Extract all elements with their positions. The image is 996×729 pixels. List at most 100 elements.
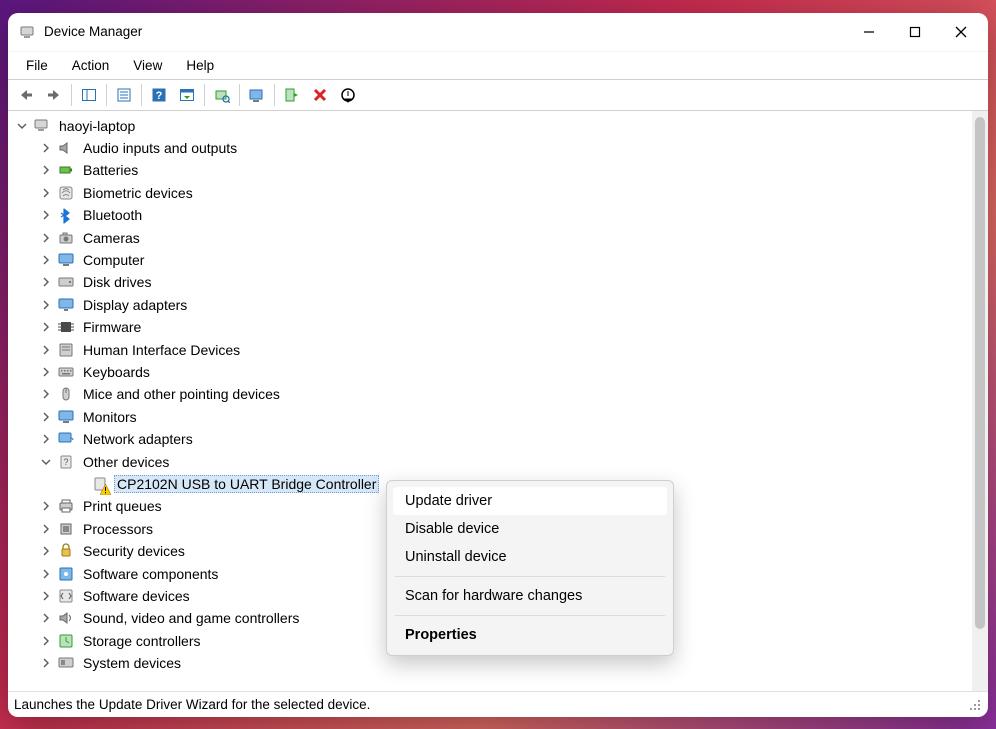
expand-caret[interactable] [38, 185, 54, 201]
bluetooth-icon [56, 205, 76, 225]
hid-icon [56, 340, 76, 360]
close-button[interactable] [938, 16, 984, 48]
show-hide-console-tree-button[interactable] [75, 82, 103, 108]
tree-item-label: Security devices [80, 543, 188, 559]
tree-item-label: Mice and other pointing devices [80, 386, 283, 402]
context-menu-item[interactable]: Update driver [393, 487, 667, 515]
other-icon: ? [56, 452, 76, 472]
client-area: haoyi-laptop Audio inputs and outputsBatt… [8, 111, 988, 691]
tree-category[interactable]: Monitors [12, 406, 972, 428]
expand-caret[interactable] [38, 297, 54, 313]
scan-hardware-button[interactable] [208, 82, 236, 108]
tree-category[interactable]: Display adapters [12, 294, 972, 316]
tree-category[interactable]: ? Other devices [12, 450, 972, 472]
tree-item-label: Bluetooth [80, 207, 145, 223]
camera-icon [56, 228, 76, 248]
monitor-icon [56, 250, 76, 270]
tree-category[interactable]: Bluetooth [12, 204, 972, 226]
device-icon [90, 474, 110, 494]
uninstall-device-button[interactable] [306, 82, 334, 108]
expand-caret[interactable] [38, 588, 54, 604]
tree-item-label: Other devices [80, 454, 172, 470]
context-menu-item[interactable]: Uninstall device [393, 543, 667, 571]
monitor-icon [56, 407, 76, 427]
swcomp-icon [56, 564, 76, 584]
forward-button[interactable] [40, 82, 68, 108]
printer-icon [56, 496, 76, 516]
expand-caret[interactable] [38, 319, 54, 335]
svg-text:?: ? [156, 90, 163, 102]
expand-caret[interactable] [38, 566, 54, 582]
scrollbar-thumb[interactable] [975, 117, 985, 629]
context-menu-item[interactable]: Disable device [393, 515, 667, 543]
action-panel-button[interactable] [173, 82, 201, 108]
enable-device-button[interactable] [278, 82, 306, 108]
fingerprint-icon [56, 183, 76, 203]
tree-item-label: Computer [80, 252, 147, 268]
chip-icon [56, 317, 76, 337]
expand-caret[interactable] [38, 207, 54, 223]
expand-caret[interactable] [38, 454, 54, 470]
expand-caret[interactable] [38, 386, 54, 402]
tree-item-label: Print queues [80, 498, 165, 514]
properties-button[interactable] [110, 82, 138, 108]
expand-caret[interactable] [38, 342, 54, 358]
menu-view[interactable]: View [121, 55, 174, 76]
help-button[interactable]: ? [145, 82, 173, 108]
tree-category[interactable]: Biometric devices [12, 182, 972, 204]
menu-action[interactable]: Action [60, 55, 122, 76]
tree-category[interactable]: Cameras [12, 226, 972, 248]
tree-category[interactable]: Human Interface Devices [12, 338, 972, 360]
menu-help[interactable]: Help [174, 55, 226, 76]
tree-item-label: Software devices [80, 588, 193, 604]
expand-caret[interactable] [38, 274, 54, 290]
tree-category[interactable]: Batteries [12, 159, 972, 181]
cpu-icon [56, 519, 76, 539]
expand-caret[interactable] [38, 633, 54, 649]
expand-caret[interactable] [38, 162, 54, 178]
context-menu-item[interactable]: Properties [393, 621, 667, 649]
expand-caret[interactable] [14, 118, 30, 134]
drive-icon [56, 272, 76, 292]
expand-caret[interactable] [38, 140, 54, 156]
tree-category[interactable]: Audio inputs and outputs [12, 137, 972, 159]
tree-item-label: Human Interface Devices [80, 342, 243, 358]
security-icon [56, 541, 76, 561]
expand-caret[interactable] [38, 409, 54, 425]
menu-file[interactable]: File [14, 55, 60, 76]
tree-category[interactable]: Computer [12, 249, 972, 271]
expand-caret[interactable] [38, 230, 54, 246]
expand-caret[interactable] [38, 543, 54, 559]
tree-category[interactable]: Firmware [12, 316, 972, 338]
expand-caret[interactable] [38, 498, 54, 514]
tree-category[interactable]: Network adapters [12, 428, 972, 450]
maximize-button[interactable] [892, 16, 938, 48]
tree-item-label: haoyi-laptop [56, 118, 138, 134]
context-menu: Update driverDisable deviceUninstall dev… [386, 480, 674, 656]
svg-text:?: ? [63, 457, 68, 467]
expand-caret[interactable] [38, 431, 54, 447]
expand-caret[interactable] [38, 252, 54, 268]
mouse-icon [56, 384, 76, 404]
expand-caret[interactable] [38, 364, 54, 380]
tree-item-label: Biometric devices [80, 185, 196, 201]
update-driver-button[interactable] [243, 82, 271, 108]
tree-item-label: CP2102N USB to UART Bridge Controller [114, 475, 379, 493]
device-manager-window: Device Manager File Action View Help ? h… [8, 13, 988, 717]
minimize-button[interactable] [846, 16, 892, 48]
expand-caret[interactable] [38, 655, 54, 671]
tree-item-label: Network adapters [80, 431, 196, 447]
titlebar: Device Manager [8, 13, 988, 51]
expand-caret[interactable] [38, 521, 54, 537]
back-button[interactable] [12, 82, 40, 108]
resize-grip-icon[interactable] [966, 696, 982, 712]
expand-caret[interactable] [38, 610, 54, 626]
vertical-scrollbar[interactable] [972, 111, 988, 691]
keyboard-icon [56, 362, 76, 382]
tree-root[interactable]: haoyi-laptop [12, 115, 972, 137]
context-menu-item[interactable]: Scan for hardware changes [393, 582, 667, 610]
disable-device-button[interactable] [334, 82, 362, 108]
tree-category[interactable]: Mice and other pointing devices [12, 383, 972, 405]
tree-category[interactable]: Keyboards [12, 361, 972, 383]
tree-category[interactable]: Disk drives [12, 271, 972, 293]
